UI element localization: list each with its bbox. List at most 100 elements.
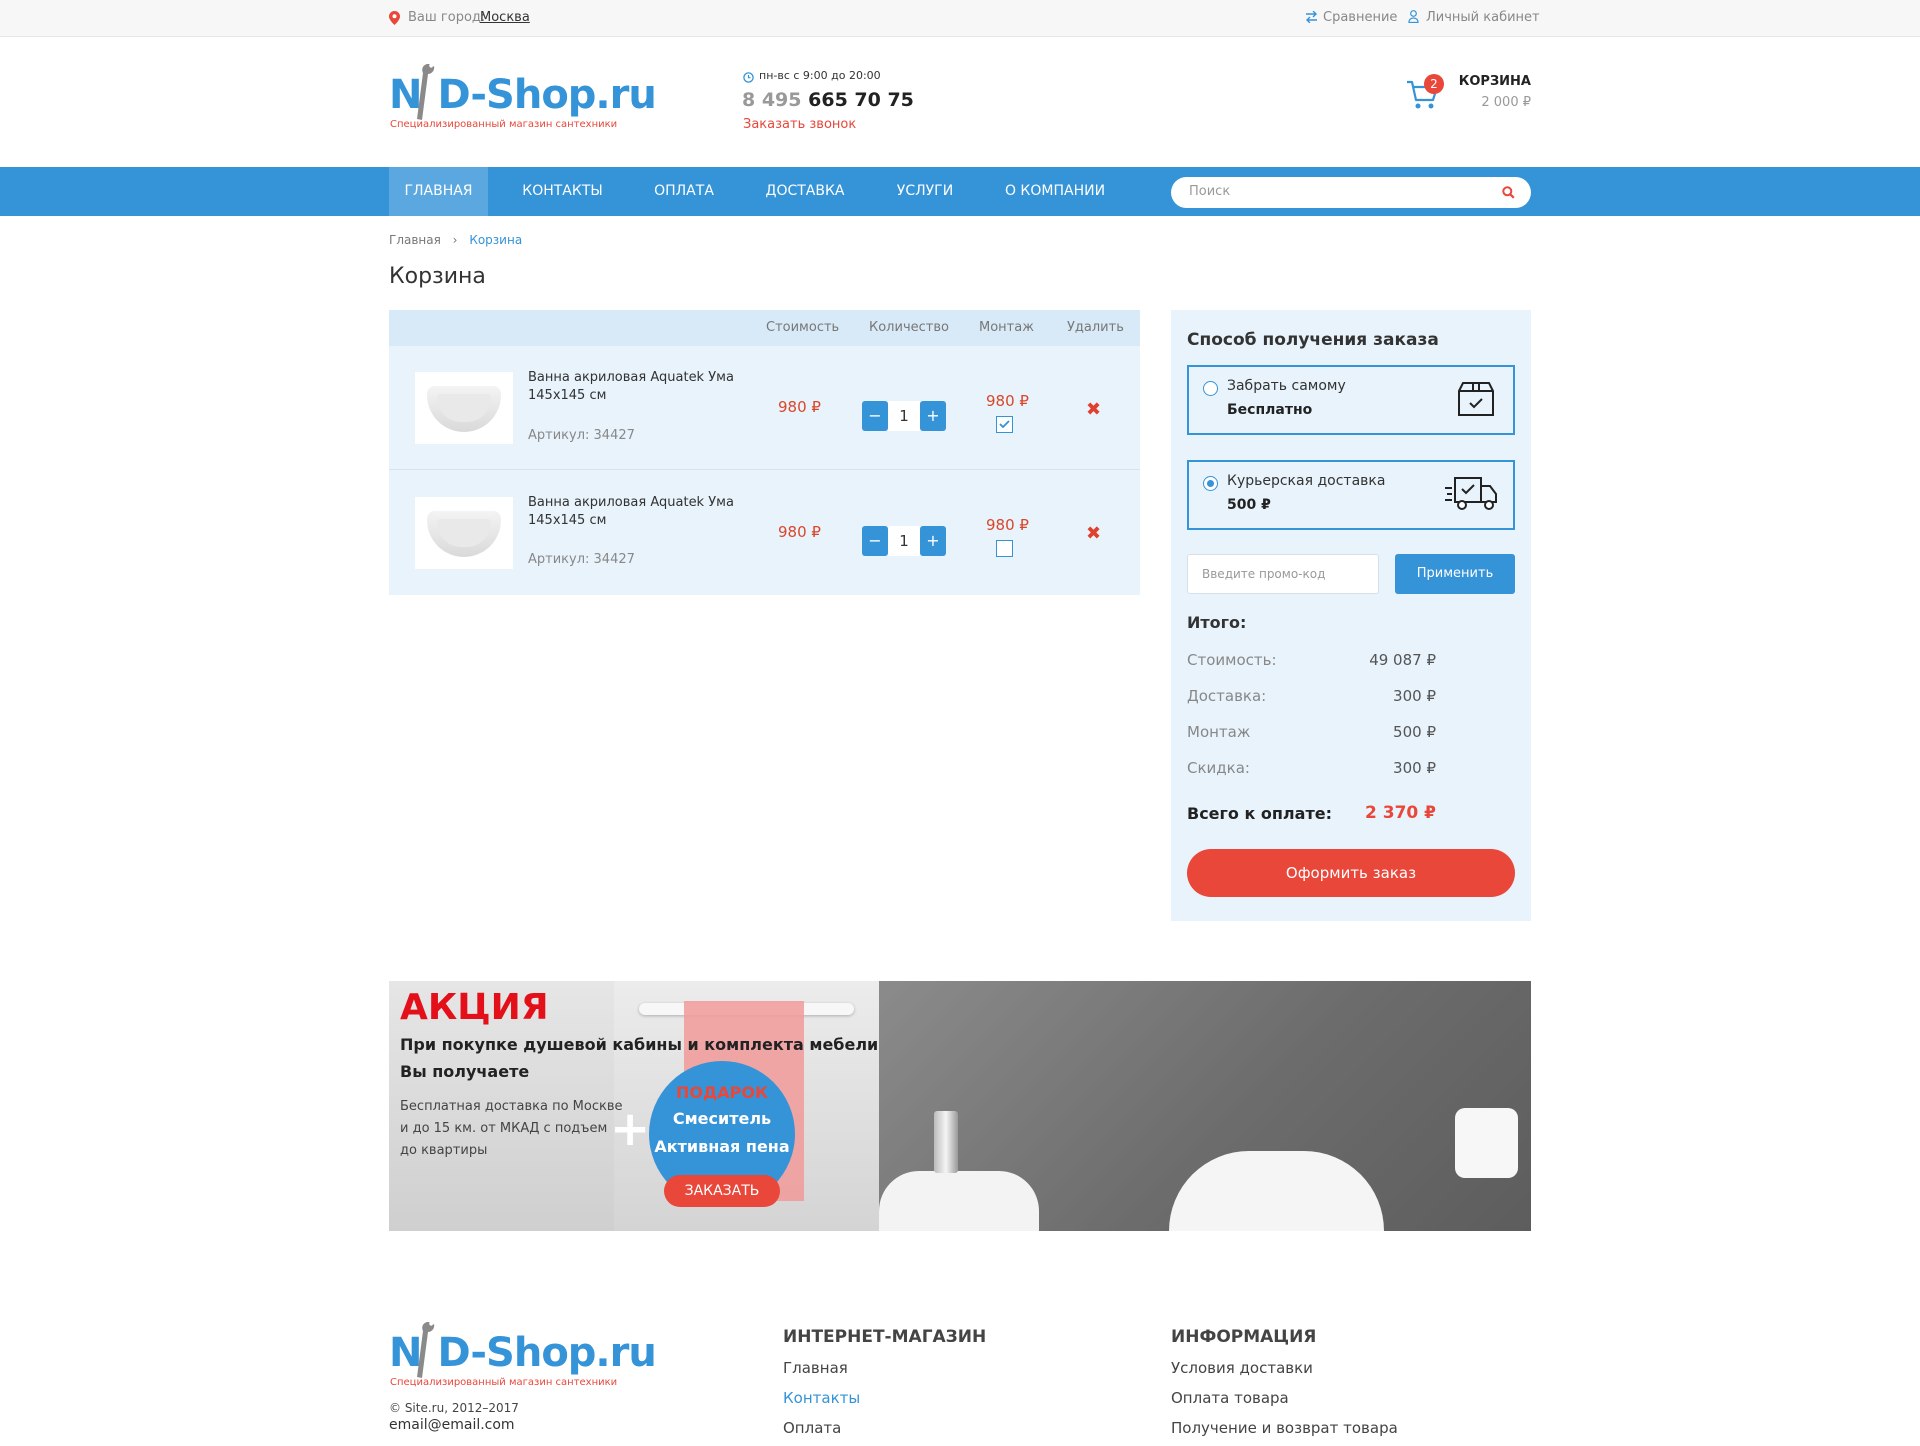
nav-item-delivery[interactable]: ДОСТАВКА — [760, 167, 850, 216]
summary-delivery-label: Доставка: — [1187, 687, 1267, 705]
install-checkbox[interactable] — [996, 540, 1013, 557]
nav-item-about[interactable]: О КОМПАНИИ — [1000, 167, 1110, 216]
banner-desc1: Бесплатная доставка по Москве — [400, 1099, 623, 1114]
footer-link-contacts[interactable]: Контакты — [783, 1389, 860, 1407]
breadcrumb: Главная › Корзина — [389, 233, 522, 247]
product-image[interactable] — [415, 372, 513, 444]
search-placeholder: Поиск — [1189, 184, 1231, 199]
quantity-minus-button[interactable]: − — [862, 401, 888, 431]
toilet-paper-image — [1455, 1108, 1518, 1178]
breadcrumb-home[interactable]: Главная — [389, 233, 441, 247]
checkout-button[interactable]: Оформить заказ — [1187, 849, 1515, 897]
product-name[interactable]: Ванна акриловая Aquatek Ума 145x145 см — [528, 494, 738, 530]
cart-count-badge: 2 — [1424, 74, 1444, 94]
footer-link-returns[interactable]: Получение и возврат товара — [1171, 1419, 1398, 1437]
compare-link[interactable]: Сравнение — [1323, 10, 1397, 25]
quantity-minus-button[interactable]: − — [862, 526, 888, 556]
footer-logo[interactable]: N D-Shop.ru Специализированный магазин са… — [389, 1321, 657, 1392]
city-link[interactable]: Москва — [480, 10, 530, 25]
nav-item-payment[interactable]: ОПЛАТА — [645, 167, 723, 216]
gift-line2: Активная пена — [654, 1137, 790, 1156]
product-name[interactable]: Ванна акриловая Aquatek Ума 145x145 см — [528, 369, 738, 405]
faucet-image — [934, 1111, 958, 1173]
footer-link-payment[interactable]: Оплата — [783, 1419, 841, 1437]
phone-code: 8 495 — [742, 89, 802, 111]
delete-icon[interactable]: ✖ — [1086, 523, 1101, 544]
promo-code-input[interactable]: Введите промо-код — [1187, 554, 1379, 594]
breadcrumb-separator: › — [452, 233, 458, 247]
logo-tagline: Специализированный магазин сантехники — [390, 119, 618, 130]
truck-icon — [1445, 476, 1499, 516]
top-bar — [0, 0, 1920, 37]
grand-total-value: 2 370 ₽ — [1365, 803, 1436, 823]
product-sku: Артикул: 34427 — [528, 552, 635, 567]
courier-price: 500 ₽ — [1227, 497, 1271, 513]
delivery-method-title: Способ получения заказа — [1187, 330, 1439, 350]
install-checkbox[interactable] — [996, 416, 1013, 433]
banner-title: АКЦИЯ — [400, 987, 549, 1028]
account-link[interactable]: Личный кабинет — [1426, 10, 1540, 25]
clock-icon — [743, 71, 754, 87]
summary-discount-label: Скидка: — [1187, 759, 1250, 777]
header-cart[interactable]: 2 КОРЗИНА 2 000 ₽ — [1405, 70, 1531, 120]
delivery-option-courier[interactable]: Курьерская доставка 500 ₽ — [1187, 460, 1515, 530]
nav-item-contacts[interactable]: КОНТАКТЫ — [515, 167, 610, 216]
footer-link-delivery-terms[interactable]: Условия доставки — [1171, 1359, 1313, 1377]
footer-info-title: ИНФОРМАЦИЯ — [1171, 1327, 1317, 1347]
product-price: 980 ₽ — [778, 523, 821, 541]
delivery-option-pickup[interactable]: Забрать самому Бесплатно — [1187, 365, 1515, 435]
courier-radio[interactable] — [1203, 476, 1218, 491]
delete-icon[interactable]: ✖ — [1086, 399, 1101, 420]
search-icon[interactable] — [1502, 186, 1515, 203]
cart-table-header: Стоимость Количество Монтаж Удалить — [389, 310, 1140, 346]
nav-item-home[interactable]: ГЛАВНАЯ — [389, 167, 488, 216]
product-price: 980 ₽ — [778, 398, 821, 416]
cart-table: Стоимость Количество Монтаж Удалить Ванн… — [389, 310, 1140, 595]
work-hours: пн-вс с 9:00 до 20:00 — [759, 69, 881, 82]
box-icon — [1457, 381, 1495, 421]
footer-link-payment-info[interactable]: Оплата товара — [1171, 1389, 1289, 1407]
install-price: 980 ₽ — [986, 392, 1029, 410]
column-quantity: Количество — [869, 320, 949, 335]
gift-label: ПОДАРОК — [675, 1083, 769, 1102]
cart-label: КОРЗИНА — [1458, 74, 1531, 89]
install-price: 980 ₽ — [986, 516, 1029, 534]
summary-cost-value: 49 087 ₽ — [1369, 651, 1436, 669]
banner-line2: Вы получаете — [400, 1062, 530, 1081]
footer-email[interactable]: email@email.com — [389, 1417, 515, 1433]
gift-line1: Смеситель — [672, 1109, 772, 1128]
column-delete: Удалить — [1067, 320, 1124, 335]
banner-order-button[interactable]: ЗАКАЗАТЬ — [664, 1175, 780, 1207]
promo-banner[interactable]: АКЦИЯ При покупке душевой кабины и компл… — [389, 981, 1531, 1231]
column-install: Монтаж — [979, 320, 1034, 335]
page-title: Корзина — [389, 264, 486, 289]
promo-code-placeholder: Введите промо-код — [1202, 567, 1326, 581]
search-input[interactable]: Поиск — [1171, 177, 1531, 208]
quantity-plus-button[interactable]: + — [920, 526, 946, 556]
nav-item-services[interactable]: УСЛУГИ — [888, 167, 962, 216]
logo[interactable]: N D-Shop.ru Специализированный магазин са… — [389, 63, 657, 134]
summary-cost-label: Стоимость: — [1187, 651, 1277, 669]
product-image[interactable] — [415, 497, 513, 569]
quantity-field[interactable]: 1 — [888, 401, 920, 431]
order-summary-panel: Способ получения заказа Забрать самому Б… — [1171, 310, 1531, 921]
cart-total: 2 000 ₽ — [1481, 95, 1531, 110]
banner-desc2: и до 15 км. от МКАД с подъем — [400, 1121, 608, 1136]
compare-icon — [1305, 10, 1318, 27]
summary-install-label: Монтаж — [1187, 723, 1251, 741]
apply-promo-button[interactable]: Применить — [1395, 554, 1515, 594]
footer-copyright: © Site.ru, 2012–2017 — [389, 1401, 519, 1415]
cart-row: Ванна акриловая Aquatek Ума 145x145 см А… — [389, 470, 1140, 595]
phone-number: 665 70 75 — [808, 89, 914, 111]
quantity-plus-button[interactable]: + — [920, 401, 946, 431]
wrench-icon — [413, 1321, 437, 1382]
phone[interactable]: 8 495 665 70 75 — [742, 89, 914, 111]
callback-link[interactable]: Заказать звонок — [743, 117, 856, 132]
quantity-field[interactable]: 1 — [888, 526, 920, 556]
cart-row: Ванна акриловая Aquatek Ума 145x145 см А… — [389, 346, 1140, 469]
total-title: Итого: — [1187, 613, 1247, 632]
summary-delivery-value: 300 ₽ — [1393, 687, 1436, 705]
sink-image — [879, 1171, 1039, 1231]
footer-link-home[interactable]: Главная — [783, 1359, 848, 1377]
pickup-radio[interactable] — [1203, 381, 1218, 396]
